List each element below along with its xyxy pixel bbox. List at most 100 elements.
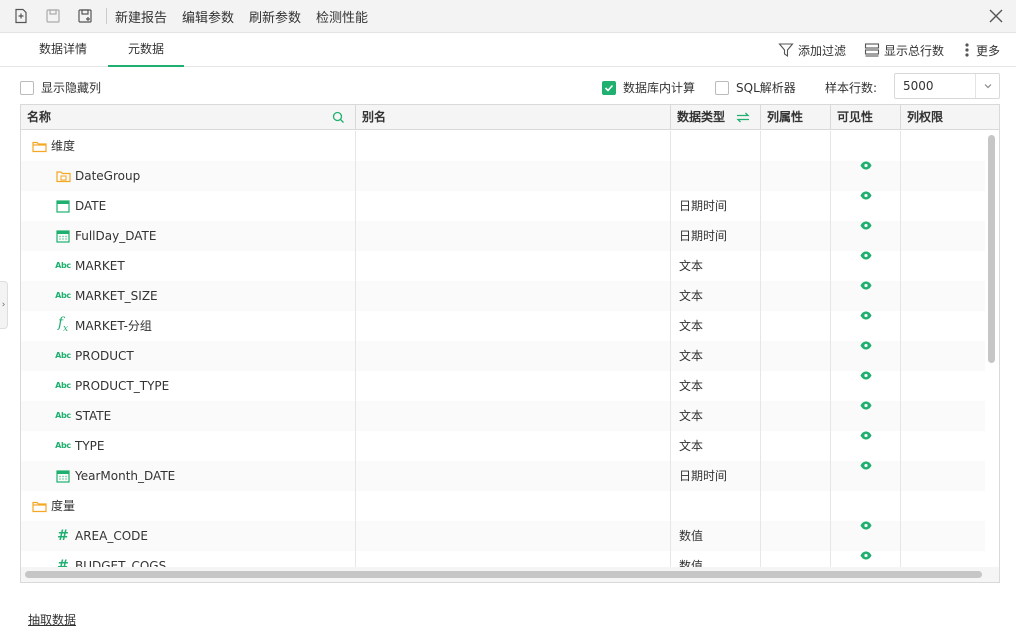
cell-type[interactable]: 文本 xyxy=(671,281,761,311)
more-button[interactable]: 更多 xyxy=(962,42,1000,59)
cell-attr[interactable] xyxy=(761,251,831,281)
sample-rows-input[interactable] xyxy=(895,74,975,98)
cell-visible[interactable] xyxy=(831,371,901,401)
cell-type[interactable]: 文本 xyxy=(671,251,761,281)
cell-alias[interactable] xyxy=(356,401,671,431)
cell-permission[interactable] xyxy=(901,251,985,281)
cell-visible[interactable] xyxy=(831,401,901,431)
cell-type[interactable]: 日期时间 xyxy=(671,191,761,221)
cell-attr[interactable] xyxy=(761,431,831,461)
cell-permission[interactable] xyxy=(901,431,985,461)
cell-attr[interactable] xyxy=(761,131,831,161)
check-performance-button[interactable]: 检测性能 xyxy=(316,7,368,26)
table-row[interactable]: fx MARKET-分组 文本 xyxy=(21,311,985,341)
cell-type[interactable]: 数值 xyxy=(671,521,761,551)
cell-attr[interactable] xyxy=(761,191,831,221)
new-report-icon[interactable] xyxy=(12,7,30,25)
cell-visible[interactable] xyxy=(831,491,901,521)
eye-icon[interactable] xyxy=(860,281,872,290)
cell-alias[interactable] xyxy=(356,251,671,281)
table-row[interactable]: # AREA_CODE 数值 xyxy=(21,521,985,551)
cell-visible[interactable] xyxy=(831,311,901,341)
table-row[interactable]: YearMonth_DATE 日期时间 xyxy=(21,461,985,491)
cell-permission[interactable] xyxy=(901,131,985,161)
cell-attr[interactable] xyxy=(761,311,831,341)
column-header-attr[interactable]: 列属性 xyxy=(761,105,831,130)
table-row[interactable]: Abc STATE 文本 xyxy=(21,401,985,431)
cell-permission[interactable] xyxy=(901,311,985,341)
table-row[interactable]: FullDay_DATE 日期时间 xyxy=(21,221,985,251)
eye-icon[interactable] xyxy=(860,431,872,440)
cell-visible[interactable] xyxy=(831,341,901,371)
cell-attr[interactable] xyxy=(761,341,831,371)
tab-metadata[interactable]: 元数据 xyxy=(108,33,184,67)
cell-attr[interactable] xyxy=(761,371,831,401)
cell-type[interactable] xyxy=(671,161,761,191)
table-row[interactable]: Abc PRODUCT 文本 xyxy=(21,341,985,371)
cell-visible[interactable] xyxy=(831,221,901,251)
cell-type[interactable]: 日期时间 xyxy=(671,221,761,251)
eye-icon[interactable] xyxy=(860,341,872,350)
cell-type[interactable]: 文本 xyxy=(671,371,761,401)
refresh-params-button[interactable]: 刷新参数 xyxy=(249,7,301,26)
eye-icon[interactable] xyxy=(860,551,872,560)
column-header-alias[interactable]: 别名 xyxy=(356,105,671,130)
cell-type[interactable]: 文本 xyxy=(671,341,761,371)
cell-visible[interactable] xyxy=(831,281,901,311)
table-row[interactable]: Abc PRODUCT_TYPE 文本 xyxy=(21,371,985,401)
horizontal-scrollbar[interactable] xyxy=(25,571,982,578)
cell-type[interactable] xyxy=(671,491,761,521)
cell-attr[interactable] xyxy=(761,161,831,191)
eye-icon[interactable] xyxy=(860,401,872,410)
cell-alias[interactable] xyxy=(356,161,671,191)
table-row[interactable]: Abc TYPE 文本 xyxy=(21,431,985,461)
cell-alias[interactable] xyxy=(356,281,671,311)
vertical-scrollbar[interactable] xyxy=(988,135,995,363)
cell-alias[interactable] xyxy=(356,221,671,251)
cell-type[interactable]: 文本 xyxy=(671,401,761,431)
table-row[interactable]: Abc MARKET 文本 xyxy=(21,251,985,281)
cell-visible[interactable] xyxy=(831,521,901,551)
table-row[interactable]: Abc MARKET_SIZE 文本 xyxy=(21,281,985,311)
eye-icon[interactable] xyxy=(860,311,872,320)
cell-permission[interactable] xyxy=(901,281,985,311)
sample-rows-select[interactable] xyxy=(894,73,1000,99)
db-compute-checkbox[interactable]: 数据库内计算 xyxy=(602,79,695,96)
cell-type[interactable]: 日期时间 xyxy=(671,461,761,491)
eye-icon[interactable] xyxy=(860,521,872,530)
cell-alias[interactable] xyxy=(356,311,671,341)
cell-attr[interactable] xyxy=(761,401,831,431)
cell-attr[interactable] xyxy=(761,521,831,551)
column-header-type[interactable]: 数据类型 xyxy=(671,105,761,130)
cell-attr[interactable] xyxy=(761,221,831,251)
eye-icon[interactable] xyxy=(860,251,872,260)
cell-attr[interactable] xyxy=(761,281,831,311)
cell-visible[interactable] xyxy=(831,131,901,161)
column-header-permission[interactable]: 列权限 xyxy=(901,105,999,130)
table-row[interactable]: 维度 xyxy=(21,131,985,161)
eye-icon[interactable] xyxy=(860,461,872,470)
cell-permission[interactable] xyxy=(901,191,985,221)
eye-icon[interactable] xyxy=(860,221,872,230)
side-expand-handle[interactable]: › xyxy=(0,281,8,329)
sql-parser-checkbox[interactable]: SQL解析器 xyxy=(715,79,796,96)
cell-visible[interactable] xyxy=(831,251,901,281)
cell-visible[interactable] xyxy=(831,461,901,491)
table-row[interactable]: 度量 xyxy=(21,491,985,521)
chevron-down-icon[interactable] xyxy=(975,74,999,98)
extract-data-link[interactable]: 抽取数据 xyxy=(28,611,76,628)
cell-alias[interactable] xyxy=(356,431,671,461)
cell-alias[interactable] xyxy=(356,371,671,401)
show-hidden-checkbox[interactable]: 显示隐藏列 xyxy=(20,79,101,96)
new-report-button[interactable]: 新建报告 xyxy=(115,7,167,26)
eye-icon[interactable] xyxy=(860,191,872,200)
search-icon[interactable] xyxy=(332,111,345,124)
table-row[interactable]: DATE 日期时间 xyxy=(21,191,985,221)
cell-attr[interactable] xyxy=(761,491,831,521)
cell-attr[interactable] xyxy=(761,461,831,491)
cell-alias[interactable] xyxy=(356,521,671,551)
cell-permission[interactable] xyxy=(901,491,985,521)
save-as-icon[interactable] xyxy=(76,7,94,25)
cell-permission[interactable] xyxy=(901,371,985,401)
add-filter-button[interactable]: 添加过滤 xyxy=(778,42,846,59)
